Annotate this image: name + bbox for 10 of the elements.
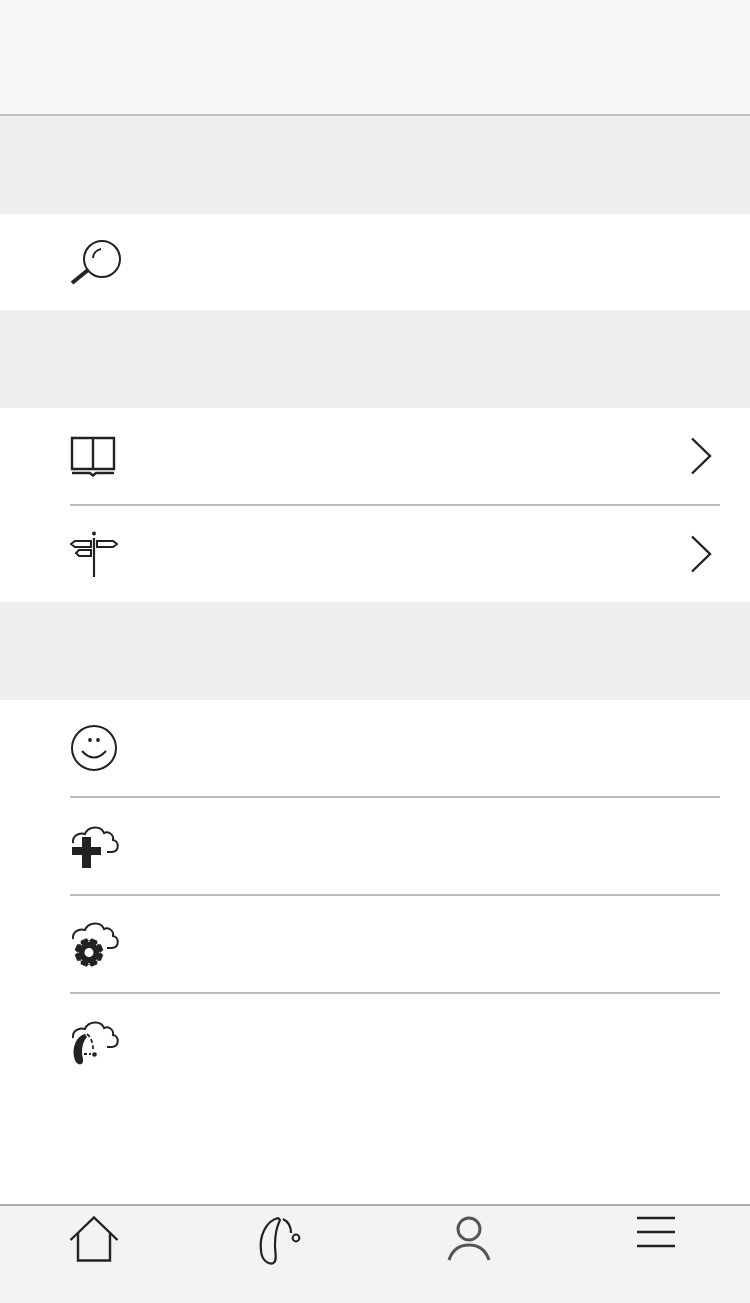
home-icon bbox=[68, 1216, 119, 1262]
cloud-plus-icon bbox=[70, 823, 120, 869]
search-icon bbox=[70, 239, 122, 285]
cloud-gear-icon bbox=[70, 920, 120, 968]
signpost-icon bbox=[70, 531, 118, 577]
person-icon bbox=[446, 1216, 491, 1262]
cloud-hearing-aid-icon bbox=[70, 1018, 120, 1066]
book-icon bbox=[70, 435, 116, 477]
menu-icon bbox=[636, 1216, 677, 1248]
smiley-icon bbox=[70, 724, 118, 772]
